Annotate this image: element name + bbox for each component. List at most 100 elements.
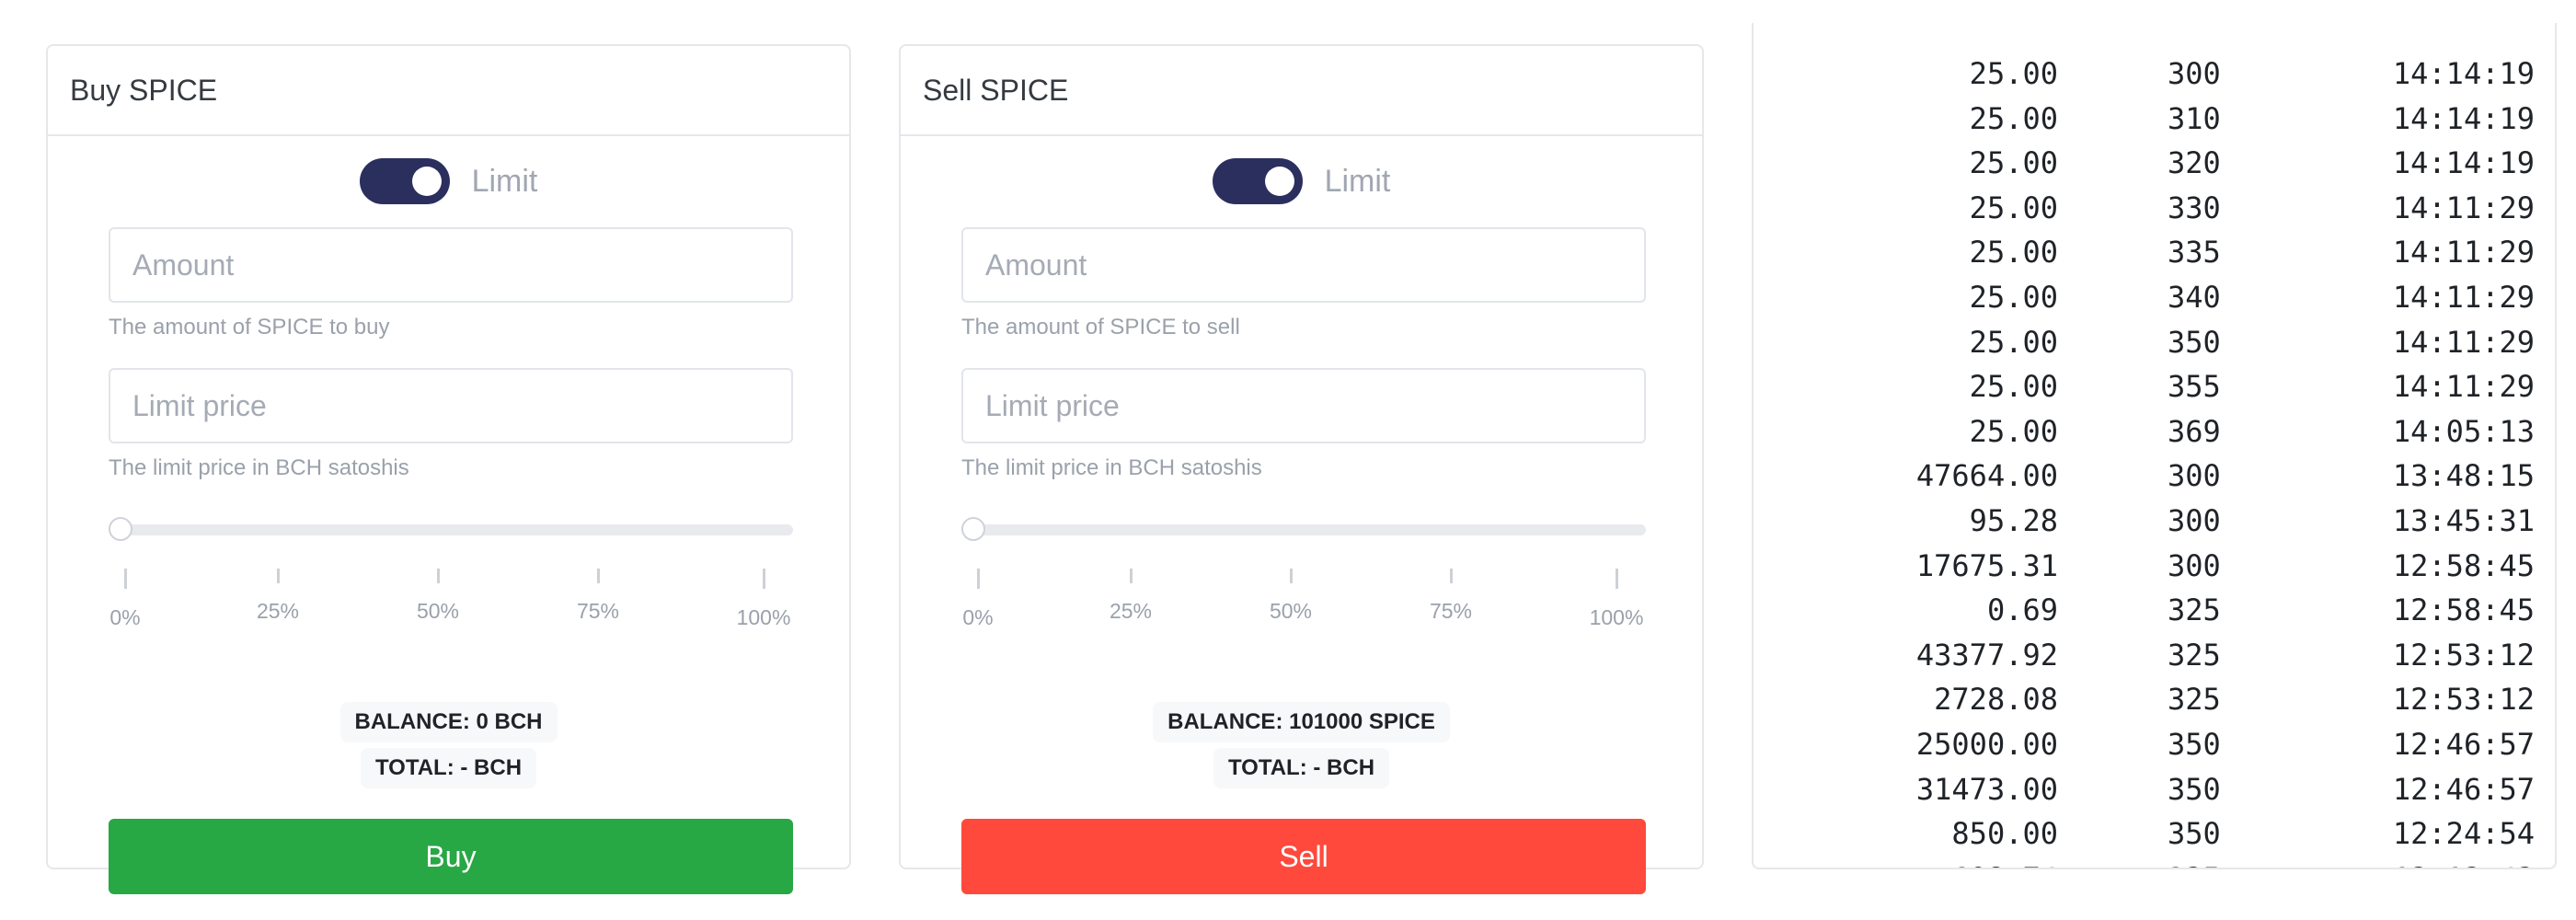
buy-panel-title: Buy SPICE	[48, 46, 849, 136]
slider-tick	[1290, 569, 1293, 583]
slider-tick-label: 25%	[1109, 599, 1153, 623]
slider-tick-label: 25%	[256, 599, 300, 623]
trade-amount: 25.00	[1969, 324, 2058, 360]
slider-tick	[763, 569, 765, 589]
slider-tick	[437, 569, 440, 583]
sell-amount-help: The amount of SPICE to sell	[961, 315, 1240, 339]
toggle-knob	[411, 167, 442, 196]
trade-time: 12:58:45	[2392, 547, 2535, 583]
slider-tick-label: 100%	[736, 605, 791, 629]
sell-percent-slider-thumb[interactable]	[961, 517, 985, 541]
buy-button[interactable]: Buy	[109, 819, 793, 894]
trade-row: 17675.31 300 12:58:45	[1754, 544, 2555, 588]
sell-limit-toggle-label: Limit	[1324, 163, 1391, 199]
trade-time: 12:53:12	[2392, 637, 2535, 673]
trade-amount: 25.00	[1969, 145, 2058, 181]
buy-amount-help: The amount of SPICE to buy	[109, 315, 390, 339]
trade-price: 300	[2168, 458, 2221, 494]
toggle-knob	[1264, 167, 1294, 196]
sell-button[interactable]: Sell	[961, 819, 1646, 894]
trade-time: 14:14:19	[2392, 56, 2535, 91]
trade-price: 369	[2168, 413, 2221, 449]
trade-row: 25.00 300 14:14:19	[1754, 52, 2555, 96]
buy-total-badge: TOTAL: - BCH	[360, 748, 537, 788]
trade-time: 13:45:31	[2392, 503, 2535, 538]
trade-amount: 17675.31	[1915, 547, 2058, 583]
buy-balance-badge: BALANCE: 0 BCH	[339, 702, 558, 742]
slider-tick	[977, 569, 980, 589]
trade-time: 12:46:57	[2392, 771, 2535, 807]
buy-balance-row: BALANCE: 0 BCH	[48, 702, 849, 742]
trade-price: 300	[2168, 547, 2221, 583]
trade-amount: 0.69	[1986, 592, 2058, 628]
trade-amount: 2728.08	[1934, 682, 2058, 718]
sell-panel: Sell SPICE Limit The amount of SPICE to …	[899, 44, 1704, 894]
trade-time: 13:48:15	[2392, 458, 2535, 494]
buy-amount-input[interactable]	[109, 227, 793, 303]
trade-price: 330	[2168, 190, 2221, 225]
trade-price: 300	[2168, 503, 2221, 538]
trade-price: 355	[2168, 369, 2221, 405]
trade-amount: 31473.00	[1915, 771, 2058, 807]
sell-balance-row: BALANCE: 101000 SPICE	[901, 702, 1702, 742]
trade-time: 12:58:45	[2392, 592, 2535, 628]
trade-amount: 850.00	[1951, 816, 2058, 852]
trade-row: 25.00 335 14:11:29	[1754, 230, 2555, 274]
trade-time: 12:24:54	[2392, 816, 2535, 852]
trade-price: 350	[2168, 816, 2221, 852]
trade-row: 31473.00 350 12:46:57	[1754, 767, 2555, 811]
trade-time: 14:11:29	[2392, 235, 2535, 270]
buy-limit-price-input[interactable]	[109, 368, 793, 443]
trade-amount: 47664.00	[1915, 458, 2058, 494]
buy-panel: Buy SPICE Limit The amount of SPICE to b…	[46, 44, 851, 894]
slider-tick	[1450, 569, 1453, 583]
trade-row: 25.00 310 14:14:19	[1754, 97, 2555, 141]
trade-price: 325	[2168, 857, 2221, 868]
trade-time: 14:11:29	[2392, 369, 2535, 405]
trade-amount: 25.00	[1969, 100, 2058, 136]
trade-amount: 25.00	[1969, 369, 2058, 405]
trade-row: 25.00 350 14:11:29	[1754, 320, 2555, 364]
trade-history-list[interactable]: 25.00 300 14:14:19 25.00 310 14:14:19 25.00 320…	[1752, 23, 2557, 869]
trade-amount: 25.00	[1969, 235, 2058, 270]
sell-panel-title: Sell SPICE	[901, 46, 1702, 136]
trade-amount: 25.00	[1969, 280, 2058, 315]
trade-amount: 25.00	[1969, 413, 2058, 449]
sell-balance-badge: BALANCE: 101000 SPICE	[1153, 702, 1450, 742]
trade-price: 335	[2168, 235, 2221, 270]
trade-row: 95.28 300 13:45:31	[1754, 499, 2555, 543]
sell-amount-input[interactable]	[961, 227, 1646, 303]
sell-total-badge: TOTAL: - BCH	[1213, 748, 1390, 788]
trade-price: 340	[2168, 280, 2221, 315]
slider-tick-label: 50%	[1269, 599, 1313, 623]
trade-time: 14:11:29	[2392, 280, 2535, 315]
slider-tick	[597, 569, 600, 583]
slider-tick-label: 75%	[1429, 599, 1473, 623]
slider-tick	[1130, 569, 1133, 583]
buy-limit-price-help: The limit price in BCH satoshis	[109, 455, 409, 480]
trade-row: 608.74 325 12:12:42	[1754, 857, 2555, 868]
trade-amount: 95.28	[1969, 503, 2058, 538]
sell-limit-toggle[interactable]	[1212, 158, 1303, 204]
trade-price: 320	[2168, 145, 2221, 181]
slider-tick-label: 50%	[416, 599, 460, 623]
trade-row: 25.00 369 14:05:13	[1754, 409, 2555, 454]
trade-price: 350	[2168, 727, 2221, 762]
buy-limit-toggle[interactable]	[359, 158, 450, 204]
trade-row: 850.00 350 12:24:54	[1754, 811, 2555, 856]
trade-time: 12:53:12	[2392, 682, 2535, 718]
trade-time: 14:11:29	[2392, 324, 2535, 360]
sell-limit-price-help: The limit price in BCH satoshis	[961, 455, 1262, 480]
trade-price: 300	[2168, 56, 2221, 91]
buy-percent-slider[interactable]	[109, 524, 793, 535]
sell-limit-price-input[interactable]	[961, 368, 1646, 443]
trade-time: 12:12:42	[2393, 857, 2535, 868]
trade-amount: 25.00	[1969, 190, 2058, 225]
buy-total-row: TOTAL: - BCH	[48, 748, 849, 788]
sell-total-row: TOTAL: - BCH	[901, 748, 1702, 788]
trade-price: 350	[2168, 324, 2221, 360]
sell-percent-slider[interactable]	[961, 524, 1646, 535]
slider-tick-label: 100%	[1589, 605, 1644, 629]
buy-percent-slider-thumb[interactable]	[109, 517, 132, 541]
trade-price: 325	[2168, 592, 2221, 628]
